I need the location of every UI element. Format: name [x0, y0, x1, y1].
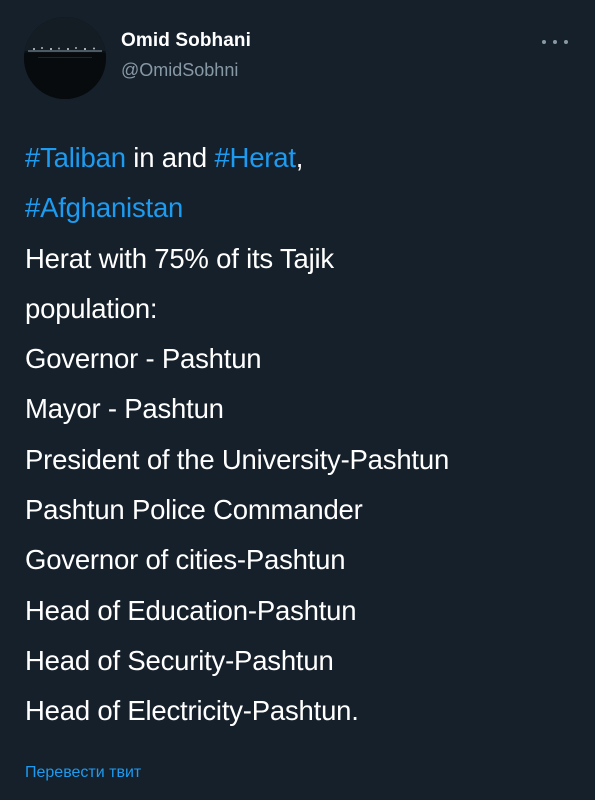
- tweet-line: population:: [25, 292, 158, 324]
- tweet-line: Herat with 75% of its Tajik: [25, 242, 334, 274]
- tweet-line: Head of Education-Pashtun: [25, 594, 357, 626]
- tweet-line: Head of Electricity-Pashtun.: [25, 695, 359, 727]
- author-handle[interactable]: @OmidSobhni: [121, 60, 238, 81]
- hashtag-link[interactable]: #Herat: [214, 142, 296, 173]
- tweet-line: Pashtun Police Commander: [25, 494, 363, 526]
- tweet-line: #Taliban in and #Herat,: [25, 133, 585, 183]
- more-options-button[interactable]: [538, 30, 572, 54]
- more-horizontal-icon: [542, 40, 568, 44]
- tweet-text-segment: in and: [125, 142, 215, 173]
- tweet-line: #Afghanistan: [25, 183, 585, 233]
- tweet-text: #Taliban in and #Herat, #Afghanistan Her…: [25, 133, 585, 737]
- hashtag-link[interactable]: #Taliban: [25, 142, 126, 173]
- tweet-line: Mayor - Pashtun: [25, 393, 224, 425]
- tweet-line: Head of Security-Pashtun: [25, 644, 334, 676]
- tweet-card: Omid Sobhani @OmidSobhni #Taliban in and…: [0, 0, 595, 800]
- tweet-text-segment: ,: [295, 142, 304, 173]
- avatar-night-cityscape-icon: [24, 17, 106, 99]
- tweet-line: President of the University-Pashtun: [25, 443, 450, 475]
- hashtag-link[interactable]: #Afghanistan: [25, 192, 183, 223]
- tweet-line: Governor of cities-Pashtun: [25, 544, 346, 576]
- author-avatar[interactable]: [24, 17, 106, 99]
- author-name[interactable]: Omid Sobhani: [121, 30, 251, 52]
- translate-tweet-link[interactable]: Перевести твит: [25, 764, 141, 782]
- tweet-line: Governor - Pashtun: [25, 343, 262, 375]
